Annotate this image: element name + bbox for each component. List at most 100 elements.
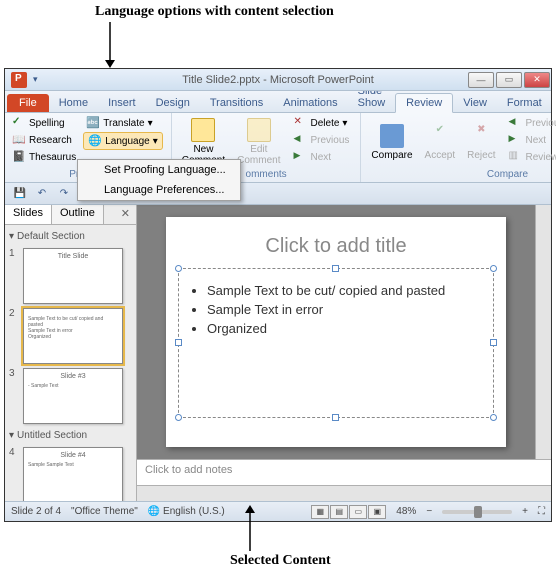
bullet-item[interactable]: Sample Text to be cut/ copied and pasted bbox=[207, 283, 479, 298]
status-slide-position: Slide 2 of 4 bbox=[11, 506, 61, 517]
resize-handle[interactable] bbox=[490, 339, 497, 346]
thumb-row: 3 Slide #3- Sample Text bbox=[9, 368, 132, 424]
thumb-row: 4 Slide #4Sample Sample Text bbox=[9, 447, 132, 501]
group-compare-label: Compare bbox=[365, 169, 556, 182]
section-header-default[interactable]: ▾ Default Section bbox=[9, 229, 132, 244]
tab-design[interactable]: Design bbox=[146, 94, 200, 112]
tab-animations[interactable]: Animations bbox=[273, 94, 347, 112]
delete-icon bbox=[294, 116, 308, 130]
thumb-number: 4 bbox=[9, 447, 19, 458]
ribbon-help-icon[interactable]: ⓘ bbox=[552, 96, 556, 112]
tab-file[interactable]: File bbox=[7, 94, 49, 112]
app-icon bbox=[11, 72, 27, 88]
reading-view-button[interactable]: ▭ bbox=[349, 505, 367, 519]
qat-redo-button[interactable]: ↷ bbox=[55, 186, 73, 202]
thumb-number: 2 bbox=[9, 308, 19, 319]
reviewing-pane-button[interactable]: ▥Reviewing Pane bbox=[505, 149, 556, 165]
annotation-bottom-label: Selected Content bbox=[230, 553, 331, 569]
language-preferences-item[interactable]: Language Preferences... bbox=[78, 180, 240, 200]
book-icon bbox=[12, 133, 26, 147]
bullet-item[interactable]: Organized bbox=[207, 321, 479, 336]
notes-pane[interactable]: Click to add notes bbox=[137, 459, 551, 485]
thumbnail-list[interactable]: ▾ Default Section 1 Title Slide 2 Sample… bbox=[5, 225, 136, 501]
tab-home[interactable]: Home bbox=[49, 94, 98, 112]
thumb-slide-4[interactable]: Slide #4Sample Sample Text bbox=[23, 447, 123, 501]
edit-comment-icon bbox=[247, 118, 271, 142]
titlebar: ▾ Title Slide2.pptx - Microsoft PowerPoi… bbox=[5, 69, 551, 91]
resize-handle[interactable] bbox=[175, 414, 182, 421]
resize-handle[interactable] bbox=[490, 414, 497, 421]
title-placeholder[interactable]: Click to add title bbox=[178, 231, 494, 268]
sorter-view-button[interactable]: ▤ bbox=[330, 505, 348, 519]
thumbnail-pane: Slides Outline ✕ ▾ Default Section 1 Tit… bbox=[5, 205, 137, 501]
status-language[interactable]: 🌐 English (U.S.) bbox=[148, 506, 225, 517]
tab-format[interactable]: Format bbox=[497, 94, 552, 112]
previous-comment-button[interactable]: Previous bbox=[291, 132, 353, 148]
ribbon: Spelling Research Thesaurus Translate ▾ … bbox=[5, 113, 551, 183]
close-button[interactable]: ✕ bbox=[524, 72, 550, 88]
reject-button[interactable]: Reject bbox=[461, 115, 501, 169]
slideshow-view-button[interactable]: ▣ bbox=[368, 505, 386, 519]
set-proofing-language-item[interactable]: Set Proofing Language... bbox=[78, 160, 240, 180]
zoom-in-button[interactable]: + bbox=[522, 506, 528, 517]
compare-button[interactable]: Compare bbox=[365, 115, 418, 169]
tab-transitions[interactable]: Transitions bbox=[200, 94, 273, 112]
thumb-slide-2[interactable]: Sample Text to be cut/ copied and pasted… bbox=[23, 308, 123, 364]
thesaurus-button[interactable]: Thesaurus bbox=[9, 149, 79, 165]
bullet-list[interactable]: Sample Text to be cut/ copied and pasted… bbox=[193, 283, 479, 336]
compare-prev-button[interactable]: Previous bbox=[505, 115, 556, 131]
thumb-pane-close-icon[interactable]: ✕ bbox=[115, 205, 136, 224]
thumb-slide-3[interactable]: Slide #3- Sample Text bbox=[23, 368, 123, 424]
section-header-untitled[interactable]: ▾ Untitled Section bbox=[9, 428, 132, 443]
slide-canvas[interactable]: Click to add title Sample Text to be bbox=[137, 205, 535, 459]
fit-to-window-button[interactable]: ⛶ bbox=[538, 506, 545, 517]
arrow-bottom-icon bbox=[240, 505, 260, 551]
thumb-slide-1[interactable]: Title Slide bbox=[23, 248, 123, 304]
resize-handle[interactable] bbox=[175, 265, 182, 272]
zoom-level[interactable]: 48% bbox=[396, 506, 416, 517]
thumb-tab-slides[interactable]: Slides bbox=[5, 205, 52, 224]
compare-next-button[interactable]: Next bbox=[505, 132, 556, 148]
content-placeholder[interactable]: Sample Text to be cut/ copied and pasted… bbox=[178, 268, 494, 418]
resize-handle[interactable] bbox=[332, 265, 339, 272]
translate-icon bbox=[86, 116, 100, 130]
qat-undo-button[interactable]: ↶ bbox=[33, 186, 51, 202]
check-icon bbox=[12, 116, 26, 130]
comment-icon bbox=[191, 118, 215, 142]
maximize-button[interactable]: ▭ bbox=[496, 72, 522, 88]
tab-view[interactable]: View bbox=[453, 94, 497, 112]
help-dropdown-icon[interactable]: ▾ bbox=[33, 74, 38, 85]
translate-button[interactable]: Translate ▾ bbox=[83, 115, 163, 131]
zoom-slider[interactable] bbox=[442, 510, 512, 514]
resize-handle[interactable] bbox=[490, 265, 497, 272]
next-icon bbox=[508, 133, 522, 147]
research-button[interactable]: Research bbox=[9, 132, 79, 148]
tab-insert[interactable]: Insert bbox=[98, 94, 146, 112]
minimize-button[interactable]: — bbox=[468, 72, 494, 88]
current-slide: Click to add title Sample Text to be bbox=[166, 217, 506, 447]
zoom-thumb[interactable] bbox=[474, 506, 482, 518]
horizontal-scrollbar[interactable] bbox=[137, 485, 551, 501]
normal-view-button[interactable]: ▦ bbox=[311, 505, 329, 519]
compare-icon bbox=[380, 124, 404, 148]
resize-handle[interactable] bbox=[332, 414, 339, 421]
bullet-item[interactable]: Sample Text in error bbox=[207, 302, 479, 317]
arrow-top-icon bbox=[100, 22, 120, 68]
qat-save-button[interactable]: 💾 bbox=[11, 186, 29, 202]
thumb-number: 3 bbox=[9, 368, 19, 379]
prev-icon bbox=[294, 133, 308, 147]
resize-handle[interactable] bbox=[175, 339, 182, 346]
thumb-tab-outline[interactable]: Outline bbox=[52, 205, 104, 224]
accept-icon bbox=[428, 124, 452, 148]
pane-icon: ▥ bbox=[508, 150, 522, 164]
vertical-scrollbar[interactable] bbox=[535, 205, 551, 459]
zoom-out-button[interactable]: − bbox=[426, 506, 432, 517]
language-button[interactable]: Language ▾ bbox=[83, 132, 163, 150]
tab-review[interactable]: Review bbox=[395, 93, 453, 113]
thumb-row: 1 Title Slide bbox=[9, 248, 132, 304]
accept-button[interactable]: Accept bbox=[419, 115, 462, 169]
thesaurus-icon bbox=[12, 150, 26, 164]
next-comment-button[interactable]: Next bbox=[291, 149, 353, 165]
spelling-button[interactable]: Spelling bbox=[9, 115, 79, 131]
delete-comment-button[interactable]: Delete ▾ bbox=[291, 115, 353, 131]
